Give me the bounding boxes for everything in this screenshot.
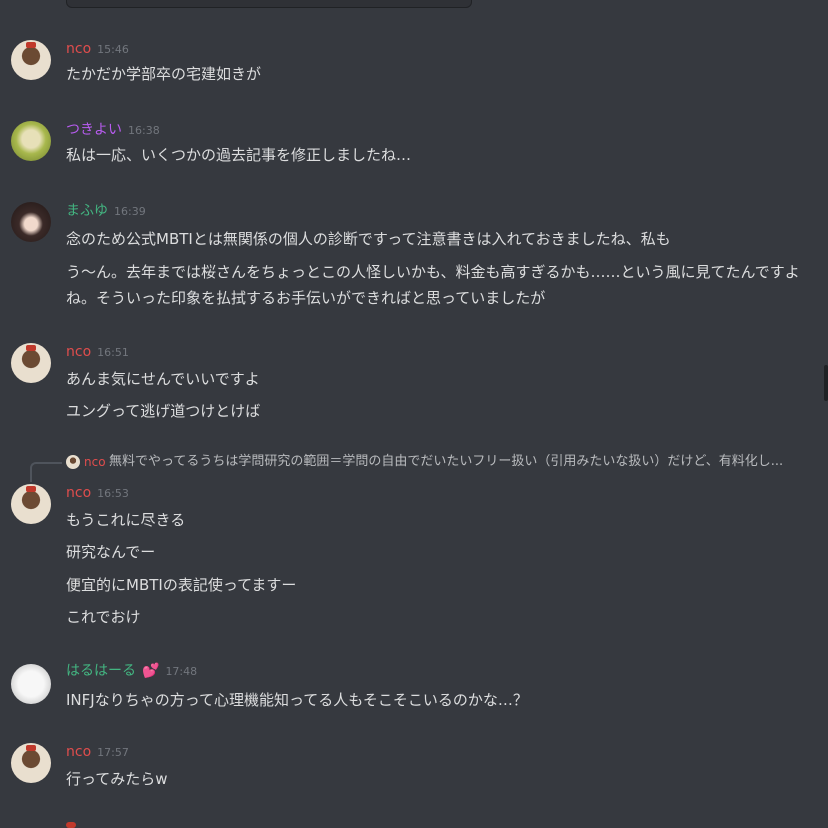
timestamp: 15:46 — [97, 43, 129, 56]
scrollbar-thumb[interactable] — [824, 365, 828, 401]
username[interactable]: nco — [66, 40, 91, 58]
avatar[interactable] — [11, 484, 51, 524]
message-text: 研究なんでー — [66, 543, 156, 561]
message-text: INFJなりちゃの方って心理機能知ってる人もそこそこいるのかな…？ — [66, 691, 528, 709]
message-text: 便宜的にMBTIの表記使ってますー — [66, 576, 297, 594]
username[interactable]: nco — [66, 484, 91, 502]
message-header: はるはーる 💕 17:48 — [66, 662, 197, 680]
message-header: まふゆ 16:39 — [66, 202, 146, 220]
message-header: nco 15:46 — [66, 40, 129, 58]
message-input-edge — [66, 0, 472, 8]
avatar[interactable] — [11, 40, 51, 80]
timestamp: 16:38 — [128, 124, 160, 137]
timestamp: 16:53 — [97, 487, 129, 500]
chat-messages-area[interactable]: nco 15:46 たかだか学部卒の宅建如きが つきよい 16:38 私は一応、… — [0, 0, 828, 828]
username[interactable]: つきよい — [66, 121, 122, 139]
avatar[interactable] — [11, 121, 51, 161]
message-header: つきよい 16:38 — [66, 121, 160, 139]
message-text: 念のため公式MBTIとは無関係の個人の診断ですって注意書きは入れておきましたね、… — [66, 230, 671, 248]
message-text: あんま気にせんでいいですよ — [66, 370, 260, 388]
message-header: nco 16:51 — [66, 343, 129, 361]
username[interactable]: nco — [66, 743, 91, 761]
timestamp: 17:48 — [165, 665, 198, 678]
avatar[interactable] — [11, 743, 51, 783]
timestamp: 16:39 — [114, 205, 146, 218]
avatar[interactable] — [11, 664, 51, 704]
next-message-avatar-edge — [66, 822, 76, 828]
username[interactable]: nco — [66, 343, 91, 361]
timestamp: 16:51 — [97, 346, 129, 359]
message-text: ユングって逃げ道つけとけば — [66, 402, 261, 420]
message-text: たかだか学部卒の宅建如きが — [66, 65, 262, 83]
reply-text[interactable]: 無料でやってるうちは学問研究の範囲＝学問の自由でだいたいフリー扱い（引用みたいな… — [109, 453, 813, 471]
avatar[interactable] — [11, 202, 51, 242]
message-text: 私は一応、いくつかの過去記事を修正しましたね… — [66, 146, 412, 164]
timestamp: 17:57 — [97, 746, 129, 759]
username[interactable]: はるはーる — [66, 662, 136, 680]
message-text: ね。そういった印象を払拭するお手伝いができればと思っていましたが — [66, 289, 546, 307]
message-text: もうこれに尽きる — [66, 511, 186, 529]
reply-spine — [30, 462, 62, 482]
message-text: 行ってみたらw — [66, 770, 168, 788]
message-header: nco 17:57 — [66, 743, 129, 761]
heart-emoji-icon: 💕 — [142, 663, 160, 679]
message-header: nco 16:53 — [66, 484, 129, 502]
reply-preview[interactable]: nco 無料でやってるうちは学問研究の範囲＝学問の自由でだいたいフリー扱い（引用… — [30, 453, 820, 482]
avatar[interactable] — [11, 343, 51, 383]
message-text: これでおけ — [66, 608, 141, 626]
reply-username[interactable]: nco — [84, 453, 106, 471]
message-text: う～ん。去年までは桜さんをちょっとこの人怪しいかも、料金も高すぎるかも……という… — [66, 263, 800, 281]
username[interactable]: まふゆ — [66, 202, 108, 220]
reply-avatar — [66, 455, 80, 469]
